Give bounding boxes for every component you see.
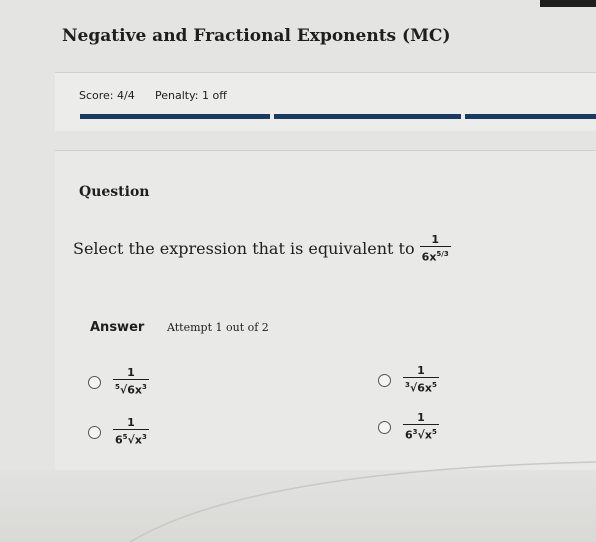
page: Negative and Fractional Exponents (MC) S… [0, 0, 596, 542]
page-edge-curve [129, 461, 596, 542]
